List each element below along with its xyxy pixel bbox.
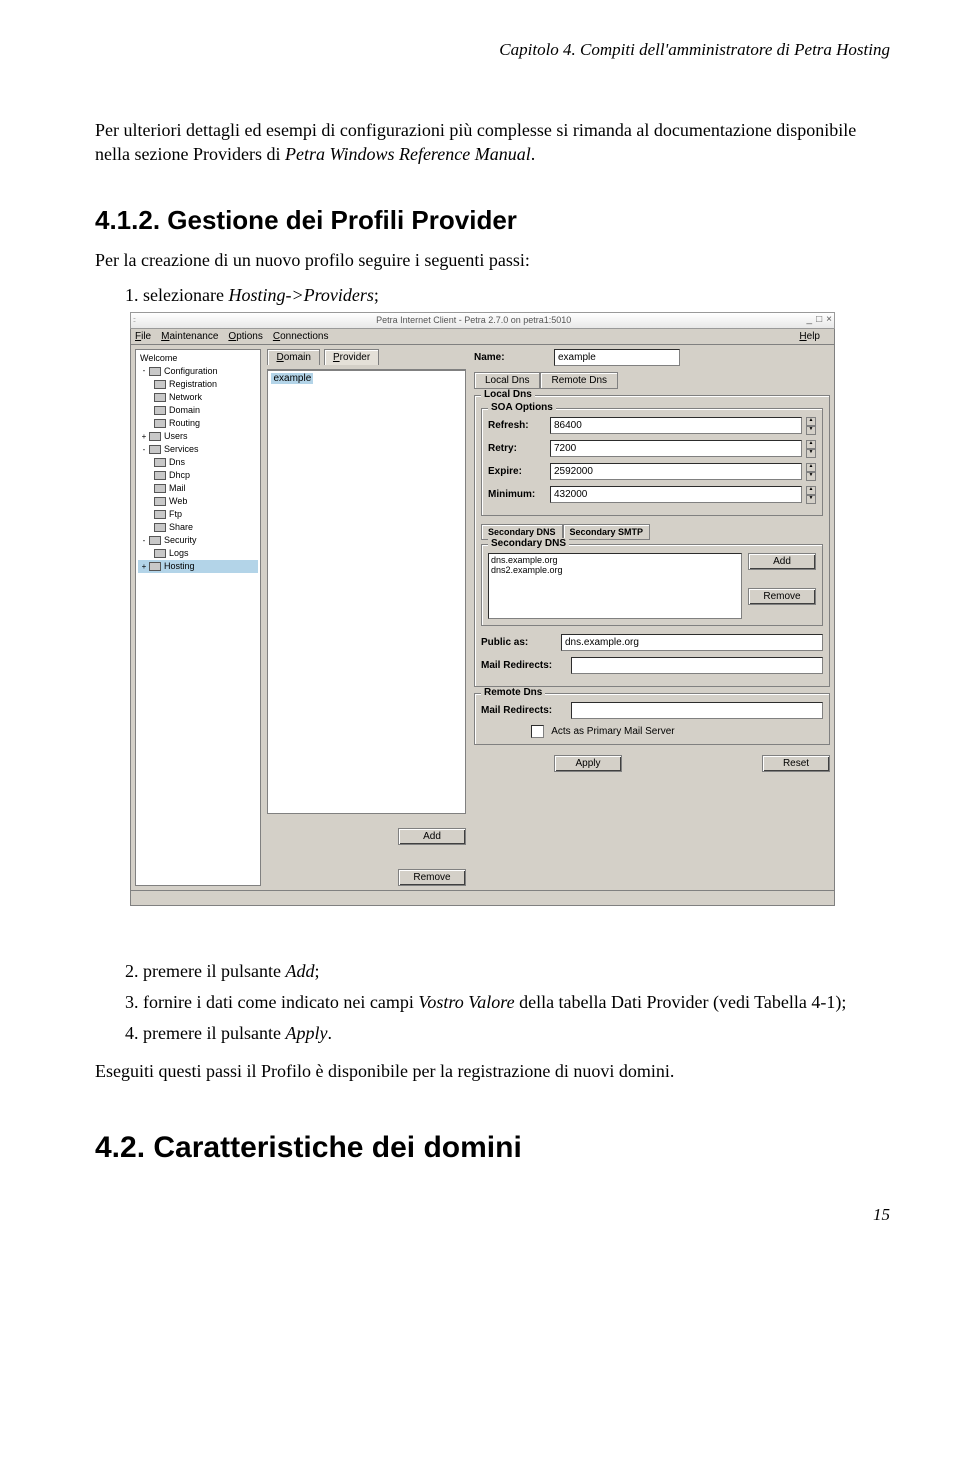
window-title: Petra Internet Client - Petra 2.7.0 on p… [141, 315, 807, 325]
intro-paragraph: Per ulteriori dettagli ed esempi di conf… [95, 118, 890, 167]
minimum-field[interactable]: 432000 [550, 486, 802, 503]
menu-options[interactable]: Options [228, 331, 262, 342]
section-heading-4-1-2: 4.1.2. Gestione dei Profili Provider [95, 205, 890, 236]
section-heading-4-2: 4.2. Caratteristiche dei domini [95, 1131, 890, 1165]
acts-primary-checkbox[interactable] [531, 725, 544, 738]
screenshot-figure: :: Petra Internet Client - Petra 2.7.0 o… [130, 312, 835, 906]
tab-remote-dns[interactable]: Remote Dns [540, 372, 618, 389]
tree-web[interactable]: Web [138, 495, 258, 508]
list-item[interactable]: dns2.example.org [491, 565, 739, 575]
retry-label: Retry: [488, 443, 546, 454]
step-3: 3. fornire i dati come indicato nei camp… [125, 992, 890, 1013]
expire-label: Expire: [488, 466, 546, 477]
tree-share[interactable]: Share [138, 521, 258, 534]
running-header: Capitolo 4. Compiti dell'amministratore … [95, 40, 890, 60]
secondary-dns-group: Secondary DNS dns.example.org dns2.examp… [481, 544, 823, 626]
refresh-field[interactable]: 86400 [550, 417, 802, 434]
page-number: 15 [95, 1205, 890, 1225]
grip-icon: :: [133, 317, 135, 324]
soa-options-group: SOA Options Refresh:86400▲▼ Retry:7200▲▼… [481, 408, 823, 516]
tree-mail[interactable]: Mail [138, 482, 258, 495]
retry-field[interactable]: 7200 [550, 440, 802, 457]
remote-mailredirects-field[interactable] [571, 702, 823, 719]
tree-routing[interactable]: Routing [138, 417, 258, 430]
retry-spinner[interactable]: ▲▼ [806, 440, 816, 458]
reset-button[interactable]: Reset [762, 755, 830, 772]
apply-button[interactable]: Apply [554, 755, 622, 772]
name-field[interactable]: example [554, 349, 680, 366]
add-button[interactable]: Add [398, 828, 466, 845]
secondary-dns-listbox[interactable]: dns.example.org dns2.example.org [488, 553, 742, 619]
name-label: Name: [474, 352, 554, 363]
tree-configuration[interactable]: -Configuration [138, 365, 258, 378]
acts-primary-label: Acts as Primary Mail Server [551, 726, 674, 737]
publicas-label: Public as: [481, 637, 561, 648]
list-intro: Per la creazione di un nuovo profilo seg… [95, 250, 890, 271]
minimum-spinner[interactable]: ▲▼ [806, 486, 816, 504]
tree-users[interactable]: +Users [138, 430, 258, 443]
tree-network[interactable]: Network [138, 391, 258, 404]
provider-listbox[interactable]: example [267, 369, 466, 814]
tree-security[interactable]: -Security [138, 534, 258, 547]
tab-local-dns[interactable]: Local Dns [474, 372, 540, 389]
tree-domain[interactable]: Domain [138, 404, 258, 417]
expire-field[interactable]: 2592000 [550, 463, 802, 480]
remote-dns-group: Remote Dns Mail Redirects: Acts as Prima… [474, 693, 830, 745]
tree-services[interactable]: -Services [138, 443, 258, 456]
navigation-tree[interactable]: Welcome -Configuration Registration Netw… [135, 349, 261, 886]
refresh-spinner[interactable]: ▲▼ [806, 417, 816, 435]
content-tabs: Domain Provider [267, 349, 466, 365]
minimum-label: Minimum: [488, 489, 546, 500]
secdns-add-button[interactable]: Add [748, 553, 816, 570]
close-icon[interactable]: × [826, 315, 832, 325]
list-item[interactable]: dns.example.org [491, 555, 739, 565]
step-1: 1. selezionare Hosting->Providers; [125, 285, 890, 306]
step-4: 4. premere il pulsante Apply. [125, 1023, 890, 1044]
tree-dhcp[interactable]: Dhcp [138, 469, 258, 482]
menu-connections[interactable]: Connections [273, 331, 329, 342]
mailredirects-field[interactable] [571, 657, 823, 674]
window-titlebar: :: Petra Internet Client - Petra 2.7.0 o… [130, 312, 835, 329]
tab-domain[interactable]: Domain [267, 349, 319, 365]
tree-hosting[interactable]: +Hosting [138, 560, 258, 573]
menu-file[interactable]: File [135, 331, 151, 342]
tree-logs[interactable]: Logs [138, 547, 258, 560]
list-item[interactable]: example [271, 373, 313, 384]
tab-secondary-smtp[interactable]: Secondary SMTP [563, 524, 651, 540]
tree-ftp[interactable]: Ftp [138, 508, 258, 521]
step-2: 2. premere il pulsante Add; [125, 961, 890, 982]
remote-mailredirects-label: Mail Redirects: [481, 705, 571, 716]
menu-help[interactable]: Help [799, 331, 820, 342]
maximize-icon[interactable]: □ [816, 315, 822, 325]
local-dns-group: Local Dns SOA Options Refresh:86400▲▼ Re… [474, 395, 830, 687]
minimize-icon[interactable]: _ [807, 315, 813, 325]
refresh-label: Refresh: [488, 420, 546, 431]
secdns-remove-button[interactable]: Remove [748, 588, 816, 605]
menubar: File Maintenance Options Connections Hel… [131, 329, 834, 345]
tab-provider[interactable]: Provider [324, 349, 379, 365]
statusbar [131, 890, 834, 905]
tree-dns[interactable]: Dns [138, 456, 258, 469]
tree-welcome[interactable]: Welcome [138, 352, 258, 365]
closing-paragraph: Eseguiti questi passi il Profilo è dispo… [95, 1059, 890, 1083]
expire-spinner[interactable]: ▲▼ [806, 463, 816, 481]
mailredirects-label: Mail Redirects: [481, 660, 571, 671]
menu-maintenance[interactable]: Maintenance [161, 331, 218, 342]
publicas-field[interactable]: dns.example.org [561, 634, 823, 651]
remove-button[interactable]: Remove [398, 869, 466, 886]
tree-registration[interactable]: Registration [138, 378, 258, 391]
